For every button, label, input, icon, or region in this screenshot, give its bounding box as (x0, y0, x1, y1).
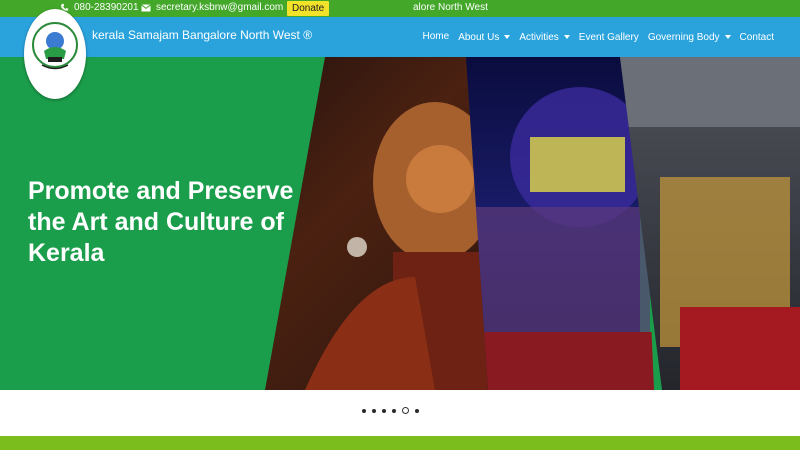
email-address: secretary.ksbnw@gmail.com (156, 2, 284, 13)
nav-contact-label: Contact (739, 31, 774, 43)
site-logo[interactable] (24, 9, 86, 99)
phone-number: 080-28390201 (74, 2, 139, 13)
nav-contact[interactable]: Contact (740, 32, 774, 43)
nav-governing-body-label: Governing Body (647, 31, 720, 43)
hero-slider: Promote and Preserve the Art and Culture… (0, 57, 800, 390)
nav-governing-body[interactable]: Governing Body (648, 32, 731, 43)
nav-home-label: Home (422, 31, 450, 42)
nav-event-gallery-label: Event Gallery (578, 31, 639, 43)
marquee-text: alore North West (413, 2, 488, 13)
nav-home[interactable]: Home (423, 31, 450, 43)
carousel-dot-4[interactable] (392, 408, 396, 413)
carousel-dot-6[interactable] (415, 408, 419, 413)
carousel-indicators (0, 390, 800, 436)
bottom-strip (0, 436, 800, 450)
nav-menu: Home About Us Activities Event Gallery G… (423, 17, 775, 57)
hero-title: Promote and Preserve the Art and Culture… (28, 177, 294, 267)
site-brand[interactable]: kerala Samajam Bangalore North West ® (92, 28, 312, 42)
nav-event-gallery[interactable]: Event Gallery (579, 32, 639, 43)
carousel-dot-row (362, 407, 419, 414)
caret-down-icon (563, 35, 570, 39)
singer-photo (265, 57, 493, 390)
caret-down-icon (504, 35, 511, 39)
nav-about-us-label: About Us (458, 31, 500, 43)
donate-button[interactable]: Donate (287, 1, 330, 16)
phone-contact[interactable]: 080-28390201 (60, 2, 139, 13)
stage-performance-photo (466, 57, 654, 390)
envelope-icon (141, 3, 151, 11)
carousel-dot-5[interactable] (402, 407, 409, 414)
nav-about-us[interactable]: About Us (458, 31, 511, 43)
caret-down-icon (724, 35, 731, 39)
logo-emblem (32, 22, 78, 70)
top-contact-bar: 080-28390201 secretary.ksbnw@gmail.com D… (0, 0, 800, 17)
email-contact[interactable]: secretary.ksbnw@gmail.com (141, 2, 283, 13)
carousel-dot-3[interactable] (382, 408, 386, 413)
nav-activities[interactable]: Activities (519, 31, 570, 43)
carousel-dot-2[interactable] (372, 408, 376, 413)
nav-activities-label: Activities (519, 31, 559, 43)
main-navbar: kerala Samajam Bangalore North West ® Ho… (0, 17, 800, 57)
carousel-dot-1[interactable] (362, 408, 366, 413)
